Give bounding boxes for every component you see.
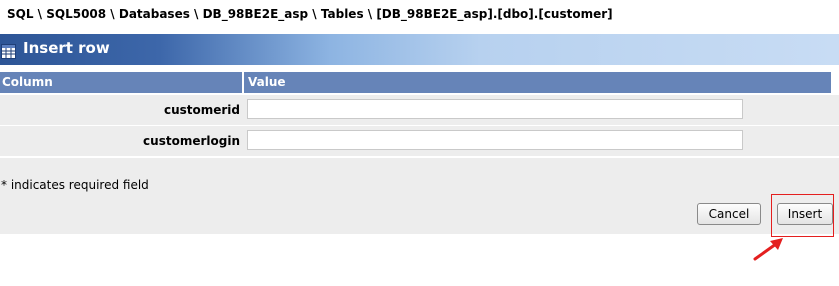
field-label-customerlogin: customerlogin <box>143 134 240 148</box>
value-cell <box>244 126 827 156</box>
insert-button[interactable]: Insert <box>777 203 833 225</box>
breadcrumb: SQL \ SQL5008 \ Databases \ DB_98BE2E_as… <box>7 7 613 21</box>
value-cell <box>244 95 827 125</box>
column-header-value: Value <box>244 72 831 93</box>
table-row: customerid <box>0 95 839 125</box>
table-row: customerlogin <box>0 126 839 156</box>
title-bar: Insert row <box>0 34 839 65</box>
field-label-customerid: customerid <box>163 103 240 117</box>
page-title: Insert row <box>23 39 110 57</box>
red-arrow-icon <box>753 238 783 261</box>
customerlogin-input[interactable] <box>247 130 743 150</box>
form-footer: * indicates required field Cancel Insert <box>0 158 839 234</box>
required-field-note: * indicates required field <box>1 178 149 192</box>
table-grid-icon <box>1 44 16 59</box>
customerid-input[interactable] <box>247 99 743 119</box>
column-header-column: Column <box>0 72 242 93</box>
cancel-button[interactable]: Cancel <box>697 203 761 225</box>
